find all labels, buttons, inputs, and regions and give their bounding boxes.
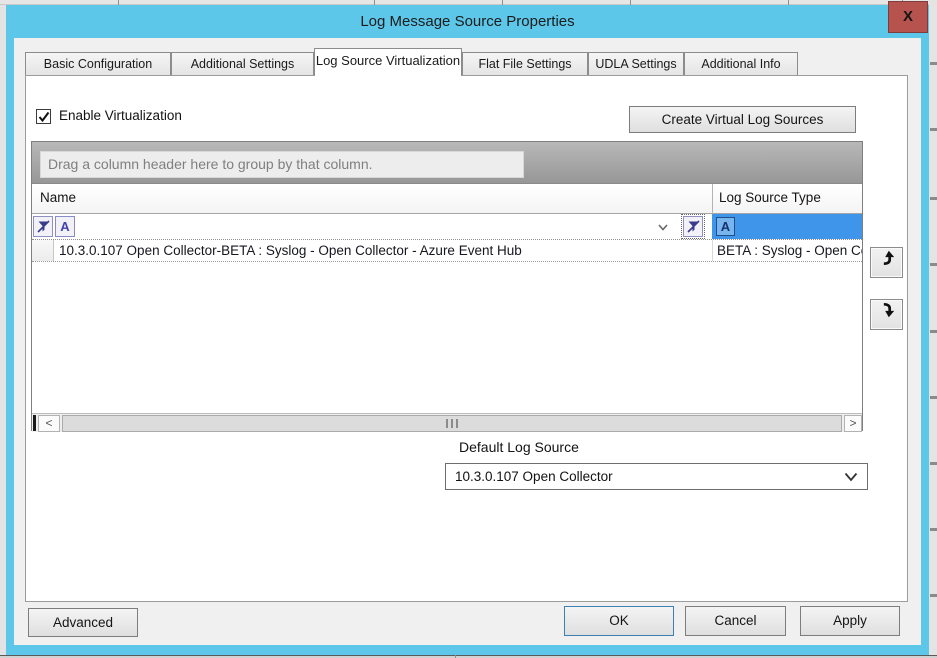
tab-flat-file-settings[interactable]: Flat File Settings (462, 52, 588, 76)
background-row-line (930, 128, 937, 131)
group-by-hint: Drag a column header here to group by th… (40, 151, 524, 178)
move-up-button[interactable] (870, 247, 903, 278)
cell-log-source-type[interactable]: BETA : Syslog - Open Collect (717, 243, 862, 258)
filter-funnel-slash-icon (37, 220, 50, 233)
text-filter-letter-icon[interactable]: A (55, 216, 75, 237)
clear-filter-button[interactable] (33, 216, 53, 237)
log-message-source-properties-dialog: Log Message Source Properties X Basic Co… (6, 5, 929, 655)
dialog-title: Log Message Source Properties (360, 13, 574, 30)
screenshot-canvas: Log Message Source Properties X Basic Co… (0, 0, 937, 658)
scroll-left-icon: < (45, 416, 52, 430)
log-source-type-filter-cell-selected[interactable]: A (712, 214, 862, 239)
background-row-line (930, 62, 937, 65)
close-button[interactable]: X (888, 1, 928, 33)
thumb-grip (451, 419, 453, 428)
default-log-source-label: Default Log Source (459, 439, 579, 455)
dialog-title-bar[interactable]: Log Message Source Properties (6, 5, 929, 38)
thumb-grip (456, 419, 458, 428)
chevron-down-icon (844, 472, 858, 482)
apply-button[interactable]: Apply (800, 606, 900, 636)
background-row-line (930, 462, 937, 465)
tab-additional-settings[interactable]: Additional Settings (171, 52, 314, 76)
scrollbar-splitter-handle[interactable] (33, 415, 36, 431)
virtual-log-sources-grid: Drag a column header here to group by th… (31, 141, 863, 431)
create-virtual-log-sources-button[interactable]: Create Virtual Log Sources (629, 106, 856, 133)
tab-udla-settings[interactable]: UDLA Settings (588, 52, 684, 76)
name-filter-input[interactable] (77, 217, 652, 236)
enable-virtualization-checkbox[interactable] (36, 109, 51, 124)
advanced-button[interactable]: Advanced (28, 608, 138, 637)
tab-page-log-source-virtualization: Enable Virtualization Create Virtual Log… (25, 75, 908, 602)
scroll-right-icon: > (849, 416, 856, 430)
group-by-bar[interactable]: Drag a column header here to group by th… (32, 142, 862, 184)
grid-header-row: Name Log Source Type (32, 184, 862, 214)
tab-basic-configuration[interactable]: Basic Configuration (25, 52, 171, 76)
filter-funnel-slash-icon (687, 220, 700, 233)
enable-virtualization-label: Enable Virtualization (59, 108, 182, 123)
default-log-source-dropdown[interactable]: 10.3.0.107 Open Collector (445, 463, 868, 490)
thumb-grip (446, 419, 448, 428)
column-header-log-source-type[interactable]: Log Source Type (719, 190, 821, 205)
column-divider[interactable] (712, 184, 713, 214)
cancel-button[interactable]: Cancel (685, 606, 786, 636)
background-row-line (930, 594, 937, 597)
column-header-name[interactable]: Name (40, 190, 76, 205)
close-icon: X (903, 8, 913, 25)
dialog-client-area: Basic Configuration Additional Settings … (14, 38, 921, 645)
ok-button[interactable]: OK (564, 606, 674, 636)
move-down-button[interactable] (870, 299, 903, 330)
grid-filter-row: A A (32, 214, 862, 240)
cell-name[interactable]: 10.3.0.107 Open Collector-BETA : Syslog … (59, 243, 709, 258)
grid-data-row[interactable]: 10.3.0.107 Open Collector-BETA : Syslog … (32, 240, 862, 262)
default-log-source-value: 10.3.0.107 Open Collector (455, 469, 613, 484)
filter-dropdown-chevron-icon[interactable] (655, 219, 671, 235)
background-row-line (930, 528, 937, 531)
scrollbar-thumb[interactable] (62, 415, 842, 432)
curved-arrow-down-icon (878, 301, 896, 319)
row-indicator-cell[interactable] (32, 240, 54, 261)
scroll-left-button[interactable]: < (38, 415, 60, 432)
apply-filter-button[interactable] (683, 216, 703, 237)
curved-arrow-up-icon (878, 249, 896, 267)
tab-log-source-virtualization[interactable]: Log Source Virtualization (314, 48, 462, 76)
text-filter-letter-icon: A (716, 217, 735, 236)
tab-additional-info[interactable]: Additional Info (684, 52, 798, 76)
background-row-line (930, 330, 937, 333)
background-window-right-strip (929, 0, 937, 658)
background-row-line (930, 197, 937, 200)
background-row-line (930, 263, 937, 266)
background-row-line (930, 396, 937, 399)
horizontal-scrollbar: < > (32, 413, 862, 432)
scroll-right-button[interactable]: > (844, 415, 862, 432)
column-divider (712, 240, 713, 261)
check-icon (38, 111, 50, 123)
